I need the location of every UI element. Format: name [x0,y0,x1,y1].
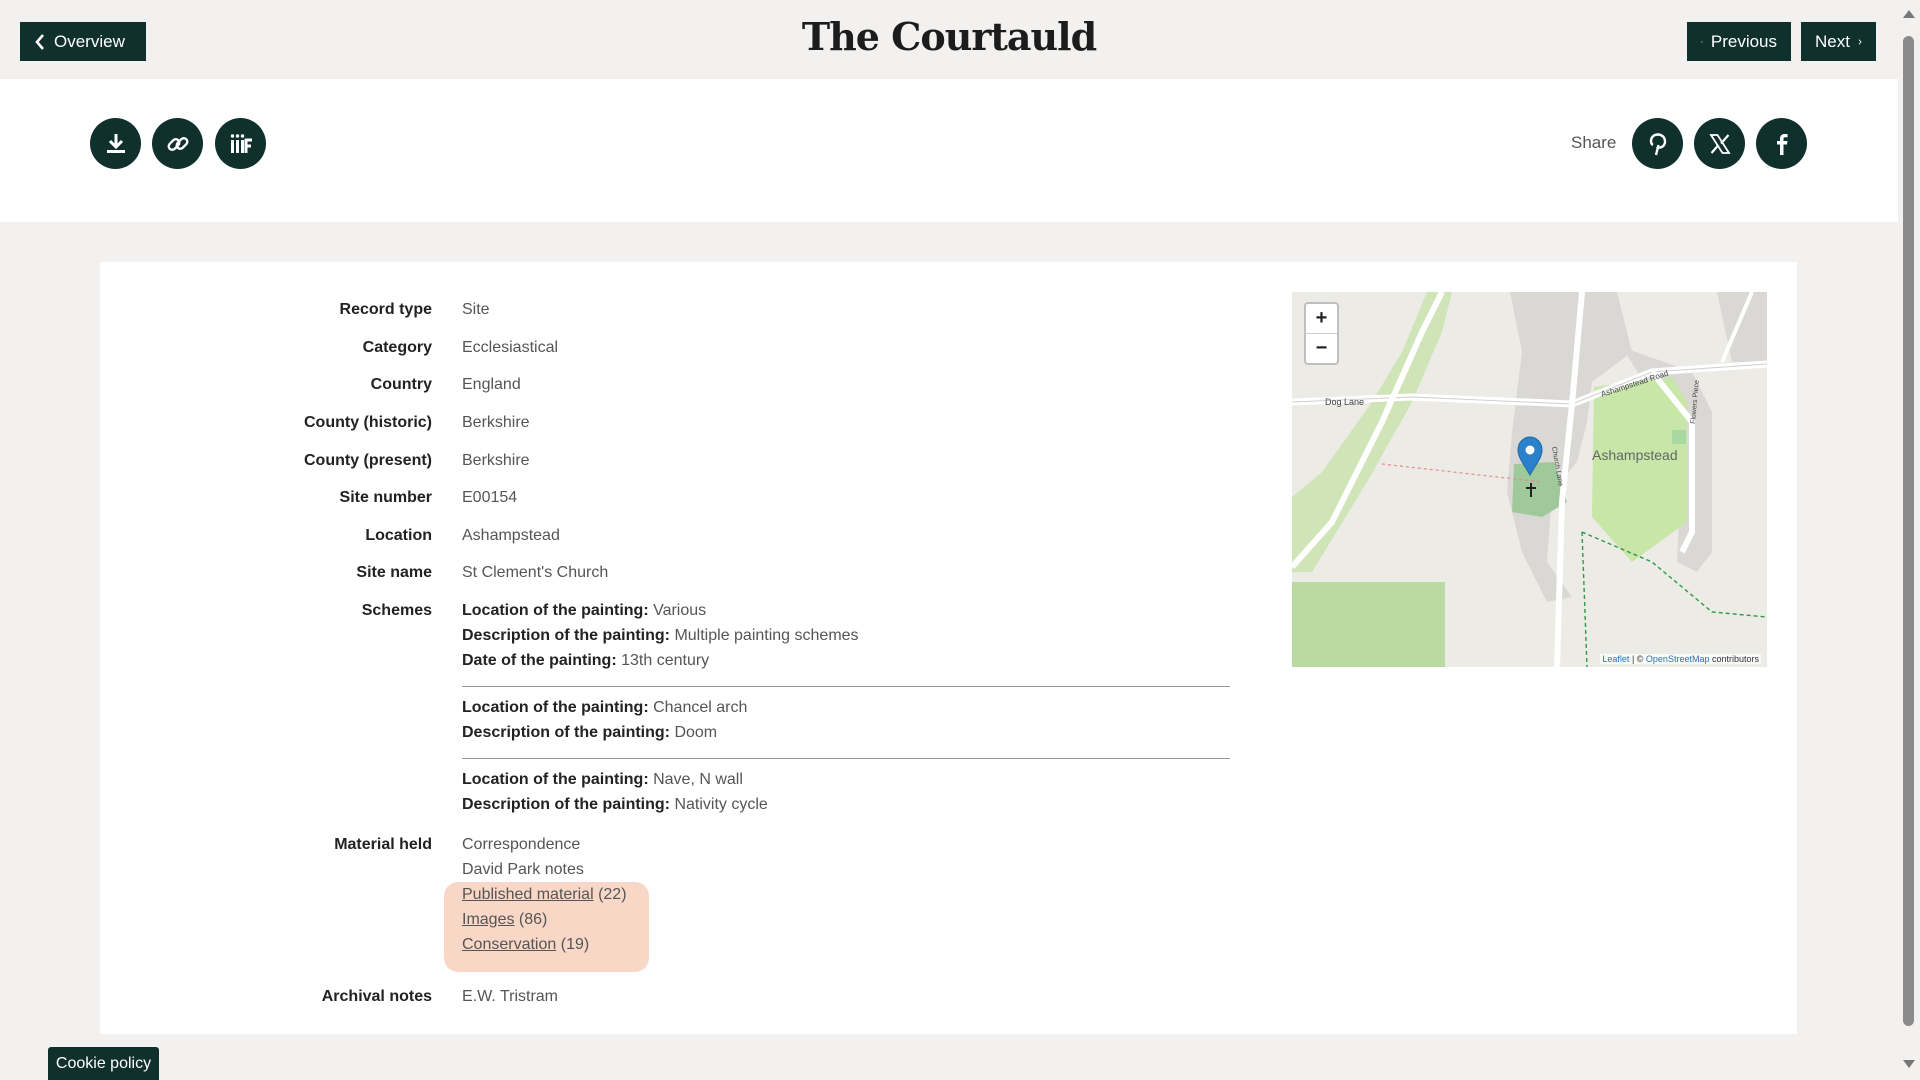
share-label: Share [1571,133,1617,152]
scheme-description-label: Description of the painting: [462,724,670,741]
map-label-ashampstead: Ashampstead [1592,447,1678,463]
schemes-label: Schemes [361,602,432,619]
scheme-description-value: Multiple painting schemes [674,627,859,644]
material-park-notes: David Park notes [462,861,584,878]
scheme-1: Location of the painting: Various Descri… [462,598,859,673]
zoom-in-button[interactable]: + [1306,304,1337,333]
published-material-link[interactable]: Published material [462,886,594,903]
conservation-count: (19) [560,936,590,953]
map-zoom-control: + − [1304,302,1339,365]
openstreetmap-link[interactable]: OpenStreetMap [1646,654,1710,664]
site-name-label: Site name [356,564,432,581]
top-bar: Overview The Courtauld Previous Next [0,0,1898,79]
cookie-policy-button[interactable]: Cookie policy [48,1047,159,1080]
scheme-divider [462,758,1230,759]
images-link[interactable]: Images [462,911,514,928]
leaflet-link[interactable]: Leaflet [1602,654,1629,664]
scrollbar-thumb[interactable] [1903,36,1914,1026]
site-number-label: Site number [339,489,432,506]
x-share-button[interactable] [1694,118,1745,169]
zoom-out-button[interactable]: − [1306,333,1337,363]
iiif-button[interactable] [215,118,266,169]
scroll-down-icon[interactable] [1903,1060,1915,1068]
location-map[interactable]: Dog Lane Ashampstead Road Church Lane Fl… [1292,292,1767,667]
county-historic-label: County (historic) [304,414,432,431]
category-value: Ecclesiastical [462,339,559,356]
chevron-left-icon [1701,40,1703,43]
scheme-location-label: Location of the painting: [462,699,649,716]
attribution-tail: contributors [1709,654,1759,664]
conservation-link[interactable]: Conservation [462,936,556,953]
scheme-description-value: Nativity cycle [674,796,768,813]
record-card: Record type Site Category Ecclesiastical… [100,262,1797,1034]
county-present-label: County (present) [304,452,432,469]
country-label: Country [370,376,432,393]
record-type-value: Site [462,301,490,318]
images-count: (86) [518,911,548,928]
download-button[interactable] [90,118,141,169]
scheme-divider [462,686,1230,687]
county-historic-value: Berkshire [462,414,530,431]
scheme-description-label: Description of the painting: [462,627,670,644]
facebook-icon [1776,133,1788,155]
record-type-label: Record type [339,301,432,318]
scheme-date-value: 13th century [621,652,710,669]
courtauld-logo[interactable]: The Courtauld [0,14,1898,59]
archival-notes-label: Archival notes [321,988,432,1005]
site-name-value: St Clement's Church [462,564,609,581]
x-icon [1708,133,1731,154]
iiif-icon [230,133,252,153]
scheme-location-value: Chancel arch [653,699,748,716]
material-correspondence: Correspondence [462,836,581,853]
facebook-share-button[interactable] [1756,118,1807,169]
map-tiles: Dog Lane Ashampstead Road Church Lane Fl… [1292,292,1767,667]
map-label-dog-lane: Dog Lane [1325,397,1364,407]
material-held-label: Material held [334,836,432,853]
country-value: England [462,376,521,393]
archival-notes-value: E.W. Tristram [462,988,558,1005]
scroll-up-icon[interactable] [1903,10,1915,18]
site-number-value: E00154 [462,489,518,506]
download-icon [106,133,125,153]
scheme-3: Location of the painting: Nave, N wall D… [462,767,768,817]
location-value: Ashampstead [462,527,560,544]
scheme-description-label: Description of the painting: [462,796,670,813]
scheme-location-value: Nave, N wall [653,771,743,788]
pinterest-share-button[interactable] [1632,118,1683,169]
scheme-date-label: Date of the painting: [462,652,617,669]
chevron-right-icon [1858,38,1862,45]
previous-button[interactable]: Previous [1687,22,1791,61]
pinterest-icon [1649,132,1666,155]
category-label: Category [362,339,432,356]
copy-link-button[interactable] [152,118,203,169]
page-scrollbar[interactable] [1898,0,1920,1080]
scheme-location-label: Location of the painting: [462,602,649,619]
next-button[interactable]: Next [1801,22,1876,61]
link-icon [167,136,188,151]
scheme-description-value: Doom [674,724,718,741]
material-held-list: Correspondence David Park notes Publishe… [462,832,627,957]
next-label: Next [1815,31,1850,51]
county-present-value: Berkshire [462,452,530,469]
map-attribution: Leaflet | © OpenStreetMap contributors [1600,654,1761,664]
scheme-location-value: Various [653,602,707,619]
location-label: Location [365,527,432,544]
previous-label: Previous [1710,31,1777,51]
scheme-location-label: Location of the painting: [462,771,649,788]
published-material-count: (22) [598,886,627,903]
attribution-separator: | © [1629,654,1646,664]
scheme-2: Location of the painting: Chancel arch D… [462,695,747,745]
